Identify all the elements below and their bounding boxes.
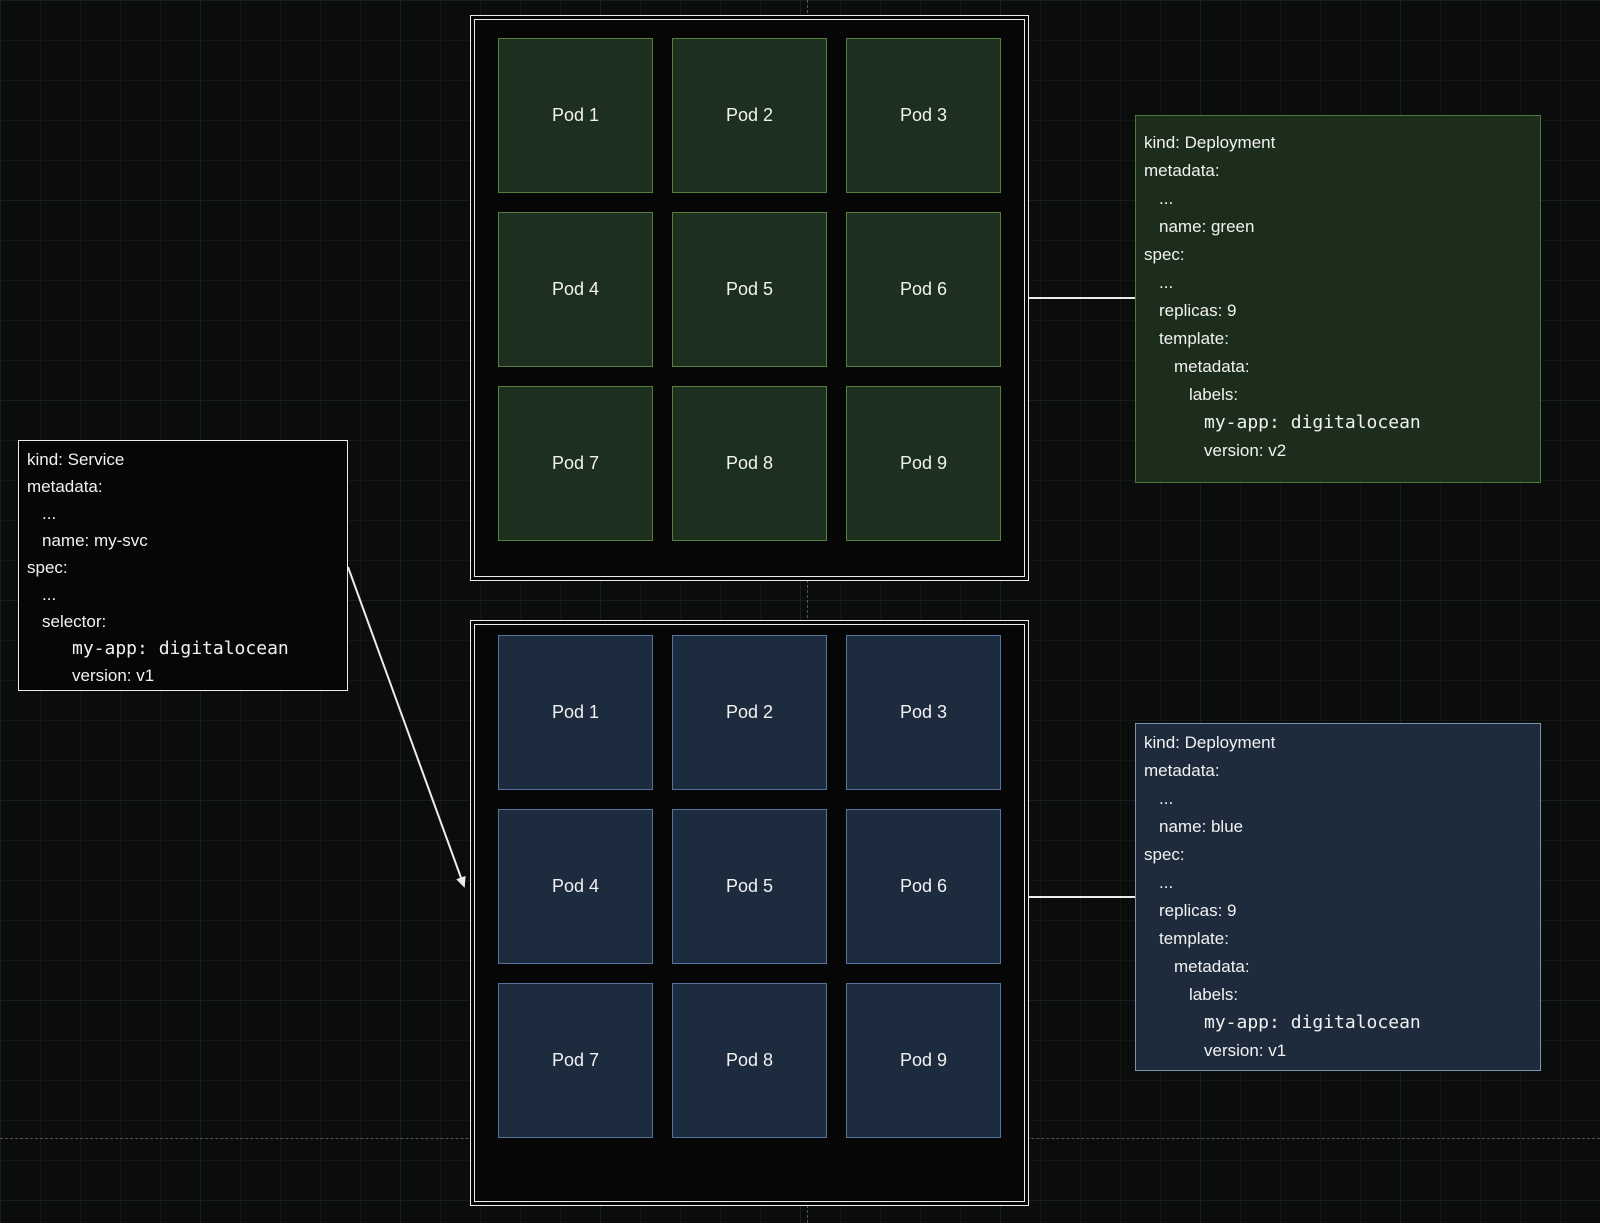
yaml-line: version: v2 — [1144, 437, 1532, 465]
pod-label: Pod 3 — [900, 105, 947, 126]
pod-label: Pod 2 — [726, 702, 773, 723]
pod: Pod 5 — [672, 212, 827, 367]
pod: Pod 7 — [498, 983, 653, 1138]
pod-label: Pod 5 — [726, 279, 773, 300]
yaml-line: metadata: — [27, 473, 339, 500]
green-replicaset-container: Pod 1 Pod 2 Pod 3 Pod 4 Pod 5 Pod 6 Pod 7 Pod 8… — [470, 15, 1029, 581]
yaml-line: ... — [1144, 869, 1532, 897]
blue-deployment-yaml-box: kind: Deploymentmetadata:...name: bluesp… — [1135, 723, 1541, 1071]
pod-label: Pod 3 — [900, 702, 947, 723]
yaml-line: selector: — [27, 608, 339, 635]
pod: Pod 1 — [498, 38, 653, 193]
pod: Pod 5 — [672, 809, 827, 964]
pod-label: Pod 8 — [726, 1050, 773, 1071]
yaml-line: name: green — [1144, 213, 1532, 241]
service-yaml-box: kind: Servicemetadata:...name: my-svcspe… — [18, 440, 348, 691]
pod-label: Pod 2 — [726, 105, 773, 126]
yaml-line: kind: Deployment — [1144, 729, 1532, 757]
pod-label: Pod 9 — [900, 1050, 947, 1071]
pod: Pod 2 — [672, 38, 827, 193]
pod: Pod 8 — [672, 983, 827, 1138]
pod: Pod 2 — [672, 635, 827, 790]
pod-label: Pod 7 — [552, 453, 599, 474]
blue-pod-grid: Pod 1 Pod 2 Pod 3 Pod 4 Pod 5 Pod 6 Pod 7 Pod 8… — [471, 621, 1028, 1205]
yaml-line: template: — [1144, 925, 1532, 953]
yaml-line: spec: — [1144, 841, 1532, 869]
yaml-line: metadata: — [1144, 157, 1532, 185]
yaml-line: spec: — [1144, 241, 1532, 269]
yaml-line: version: v1 — [27, 662, 339, 689]
yaml-line: metadata: — [1144, 353, 1532, 381]
pod: Pod 1 — [498, 635, 653, 790]
green-pod-grid: Pod 1 Pod 2 Pod 3 Pod 4 Pod 5 Pod 6 Pod 7 Pod 8… — [471, 16, 1028, 580]
pod-label: Pod 4 — [552, 279, 599, 300]
pod: Pod 8 — [672, 386, 827, 541]
service-to-blue-arrow — [348, 567, 464, 886]
pod: Pod 9 — [846, 983, 1001, 1138]
yaml-line: name: my-svc — [27, 527, 339, 554]
yaml-line: labels: — [1144, 381, 1532, 409]
yaml-line: ... — [1144, 269, 1532, 297]
yaml-line: my-app: digitalocean — [1144, 409, 1532, 437]
pod: Pod 3 — [846, 38, 1001, 193]
yaml-line: spec: — [27, 554, 339, 581]
pod: Pod 4 — [498, 212, 653, 367]
yaml-line: ... — [27, 500, 339, 527]
yaml-line: labels: — [1144, 981, 1532, 1009]
pod-label: Pod 1 — [552, 105, 599, 126]
yaml-line: replicas: 9 — [1144, 897, 1532, 925]
pod-label: Pod 8 — [726, 453, 773, 474]
yaml-line: my-app: digitalocean — [1144, 1009, 1532, 1037]
pod: Pod 7 — [498, 386, 653, 541]
pod-label: Pod 6 — [900, 279, 947, 300]
yaml-line: version: v1 — [1144, 1037, 1532, 1065]
pod: Pod 9 — [846, 386, 1001, 541]
yaml-line: my-app: digitalocean — [27, 635, 339, 662]
yaml-line: ... — [27, 581, 339, 608]
pod-label: Pod 6 — [900, 876, 947, 897]
yaml-line: ... — [1144, 185, 1532, 213]
pod: Pod 4 — [498, 809, 653, 964]
yaml-line: template: — [1144, 325, 1532, 353]
pod-label: Pod 1 — [552, 702, 599, 723]
pod: Pod 3 — [846, 635, 1001, 790]
yaml-line: replicas: 9 — [1144, 297, 1532, 325]
yaml-line: metadata: — [1144, 757, 1532, 785]
blue-replicaset-container: Pod 1 Pod 2 Pod 3 Pod 4 Pod 5 Pod 6 Pod 7 Pod 8… — [470, 620, 1029, 1206]
pod: Pod 6 — [846, 212, 1001, 367]
pod-label: Pod 4 — [552, 876, 599, 897]
green-deployment-yaml-box: kind: Deploymentmetadata:...name: greens… — [1135, 115, 1541, 483]
pod-label: Pod 5 — [726, 876, 773, 897]
yaml-line: kind: Service — [27, 446, 339, 473]
pod-label: Pod 7 — [552, 1050, 599, 1071]
pod: Pod 6 — [846, 809, 1001, 964]
yaml-line: name: blue — [1144, 813, 1532, 841]
pod-label: Pod 9 — [900, 453, 947, 474]
yaml-line: ... — [1144, 785, 1532, 813]
yaml-line: metadata: — [1144, 953, 1532, 981]
yaml-line: kind: Deployment — [1144, 129, 1532, 157]
